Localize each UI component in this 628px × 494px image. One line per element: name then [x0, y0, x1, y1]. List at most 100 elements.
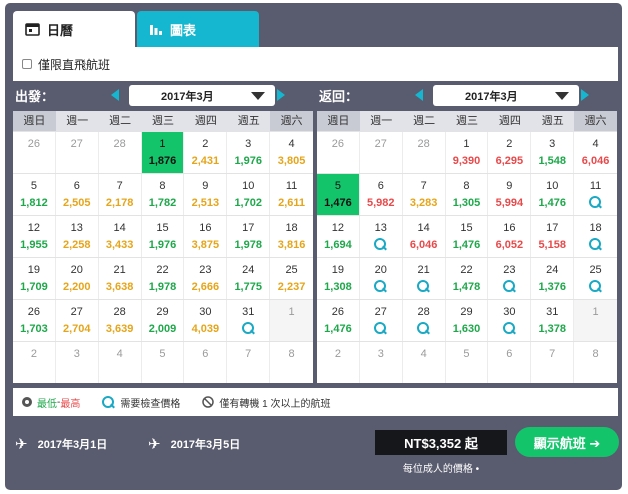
day-cell[interactable]: 1 9,390	[446, 132, 489, 173]
day-cell[interactable]: 29 2,009	[142, 300, 185, 341]
day-cell[interactable]: 3 1,548	[531, 132, 575, 173]
day-cell[interactable]: 6 5,982	[360, 174, 403, 215]
day-cell[interactable]: 23 2,666	[184, 258, 228, 299]
day-cell[interactable]: 4 3,805	[270, 132, 313, 173]
day-cell[interactable]: 2 2,431	[184, 132, 228, 173]
day-cell[interactable]: 14 3,433	[99, 216, 142, 257]
day-cell[interactable]: 17 5,158	[531, 216, 575, 257]
day-number: 2	[506, 138, 513, 150]
day-cell[interactable]: 20	[360, 258, 403, 299]
day-cell[interactable]: 7 2,178	[99, 174, 142, 215]
return-month-value: 2017年3月	[465, 90, 518, 103]
legend-lowest: 最低	[37, 398, 57, 410]
selected-day-cell[interactable]: 5 1,476	[317, 174, 360, 215]
selected-day-cell[interactable]: 1 1,876	[141, 132, 185, 173]
depart-date-summary: ✈ 2017年3月1日	[15, 435, 107, 453]
day-number: 3	[377, 348, 384, 360]
day-cell[interactable]: 26 1,703	[13, 300, 56, 341]
day-number: 5	[30, 180, 37, 192]
day-cell[interactable]: 2 6,295	[488, 132, 532, 173]
day-cell[interactable]: 27	[360, 300, 403, 341]
search-icon[interactable]	[374, 280, 387, 293]
day-cell[interactable]: 27 2,704	[56, 300, 99, 341]
day-cell[interactable]: 15 1,976	[142, 216, 185, 257]
day-cell[interactable]: 16 6,052	[488, 216, 532, 257]
day-cell[interactable]: 26 1,476	[317, 300, 360, 341]
day-number: 15	[460, 222, 473, 234]
day-cell[interactable]: 17 1,978	[227, 216, 271, 257]
search-icon[interactable]	[374, 238, 387, 251]
show-flights-button[interactable]: 顯示航班 ➔	[515, 427, 619, 457]
day-cell[interactable]: 22 1,478	[446, 258, 489, 299]
day-cell[interactable]: 18	[574, 216, 617, 257]
day-cell[interactable]: 21	[403, 258, 446, 299]
day-number: 20	[70, 264, 83, 276]
day-cell[interactable]: 30	[488, 300, 532, 341]
day-cell[interactable]: 24 1,775	[227, 258, 271, 299]
day-cell[interactable]: 9 5,994	[488, 174, 532, 215]
search-icon[interactable]	[502, 280, 516, 293]
day-number: 2	[30, 348, 37, 360]
direct-only-label: 僅限直飛航班	[38, 57, 111, 72]
search-icon	[102, 395, 115, 409]
day-cell[interactable]: 14 6,046	[403, 216, 446, 257]
day-cell[interactable]: 21 3,638	[99, 258, 142, 299]
day-price: 6,046	[581, 155, 610, 167]
day-cell[interactable]: 8 1,782	[142, 174, 185, 215]
tab-calendar[interactable]: 日曆	[13, 11, 135, 47]
return-month-select[interactable]: 2017年3月	[433, 85, 579, 106]
day-cell: 6	[184, 342, 228, 383]
day-cell[interactable]: 20 2,200	[56, 258, 99, 299]
day-cell[interactable]: 9 2,513	[184, 174, 228, 215]
day-cell[interactable]: 30 4,039	[184, 300, 228, 341]
search-icon[interactable]	[589, 238, 602, 251]
day-cell[interactable]: 11 2,611	[270, 174, 313, 215]
search-icon[interactable]	[417, 322, 430, 335]
depart-next-month-icon[interactable]	[277, 89, 285, 101]
day-cell[interactable]: 28	[403, 300, 446, 341]
day-cell[interactable]: 19 1,709	[13, 258, 56, 299]
search-icon[interactable]	[589, 196, 602, 209]
day-cell[interactable]: 12 1,955	[13, 216, 56, 257]
day-cell[interactable]: 13 2,258	[56, 216, 99, 257]
tab-chart[interactable]: 圖表	[137, 11, 259, 47]
calendar-week: 12 1,694 13 14 6,046 15 1,476 16 6,052 17 5,158 18	[317, 215, 617, 257]
day-cell[interactable]: 31	[227, 300, 271, 341]
day-cell[interactable]: 8 1,305	[446, 174, 489, 215]
day-cell[interactable]: 25	[574, 258, 617, 299]
day-cell[interactable]: 13	[360, 216, 403, 257]
return-next-month-icon[interactable]	[581, 89, 589, 101]
day-cell[interactable]: 5 1,812	[13, 174, 56, 215]
depart-month-select[interactable]: 2017年3月	[129, 85, 275, 106]
day-cell[interactable]: 24 1,376	[531, 258, 575, 299]
day-cell[interactable]: 22 1,978	[142, 258, 185, 299]
day-cell[interactable]: 10 1,476	[531, 174, 575, 215]
day-cell[interactable]: 16 3,875	[184, 216, 228, 257]
day-cell[interactable]: 15 1,476	[446, 216, 489, 257]
day-cell[interactable]: 3 1,976	[227, 132, 271, 173]
day-cell[interactable]: 19 1,308	[317, 258, 360, 299]
day-cell[interactable]: 18 3,816	[270, 216, 313, 257]
day-cell[interactable]: 11	[574, 174, 617, 215]
day-cell[interactable]: 12 1,694	[317, 216, 360, 257]
direct-only-checkbox[interactable]	[22, 59, 32, 69]
return-date-summary: ✈ 2017年3月5日	[148, 435, 240, 453]
day-number: 5	[463, 348, 470, 360]
day-cell[interactable]: 4 6,046	[574, 132, 617, 173]
day-cell[interactable]: 6 2,505	[56, 174, 99, 215]
search-icon[interactable]	[374, 322, 387, 335]
search-icon[interactable]	[589, 280, 602, 293]
search-icon[interactable]	[417, 280, 430, 293]
day-cell[interactable]: 25 2,237	[270, 258, 313, 299]
day-cell[interactable]: 7 3,283	[403, 174, 446, 215]
day-cell[interactable]: 23	[488, 258, 532, 299]
day-cell[interactable]: 28 3,639	[99, 300, 142, 341]
search-icon[interactable]	[502, 322, 516, 335]
return-prev-month-icon[interactable]	[415, 89, 423, 101]
day-cell[interactable]: 31 1,378	[531, 300, 575, 341]
day-cell[interactable]: 10 1,702	[227, 174, 271, 215]
day-number: 8	[463, 180, 470, 192]
depart-prev-month-icon[interactable]	[111, 89, 119, 101]
day-cell[interactable]: 29 1,630	[446, 300, 489, 341]
search-icon[interactable]	[241, 322, 255, 335]
